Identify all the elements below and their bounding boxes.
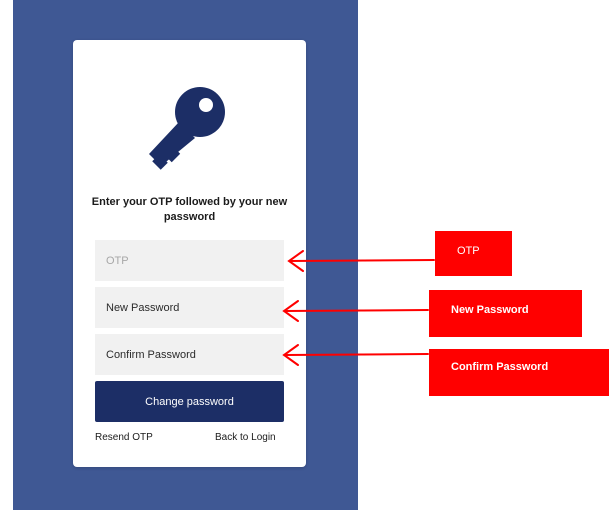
annotation-confirm-password-label: Confirm Password — [429, 349, 609, 396]
change-password-card: Enter your OTP followed by your new pass… — [73, 40, 306, 467]
new-password-input[interactable] — [95, 287, 284, 328]
confirm-password-input[interactable] — [95, 334, 284, 375]
annotation-new-password-label: New Password — [429, 290, 582, 337]
resend-otp-link[interactable]: Resend OTP — [95, 432, 153, 443]
stage: Enter your OTP followed by your new pass… — [0, 0, 616, 510]
otp-input[interactable] — [95, 240, 284, 281]
form-heading: Enter your OTP followed by your new pass… — [91, 196, 288, 223]
back-to-login-link[interactable]: Back to Login — [215, 432, 276, 443]
key-icon — [149, 87, 225, 170]
annotation-otp-label: OTP — [435, 231, 512, 276]
change-password-button[interactable]: Change password — [95, 381, 284, 422]
